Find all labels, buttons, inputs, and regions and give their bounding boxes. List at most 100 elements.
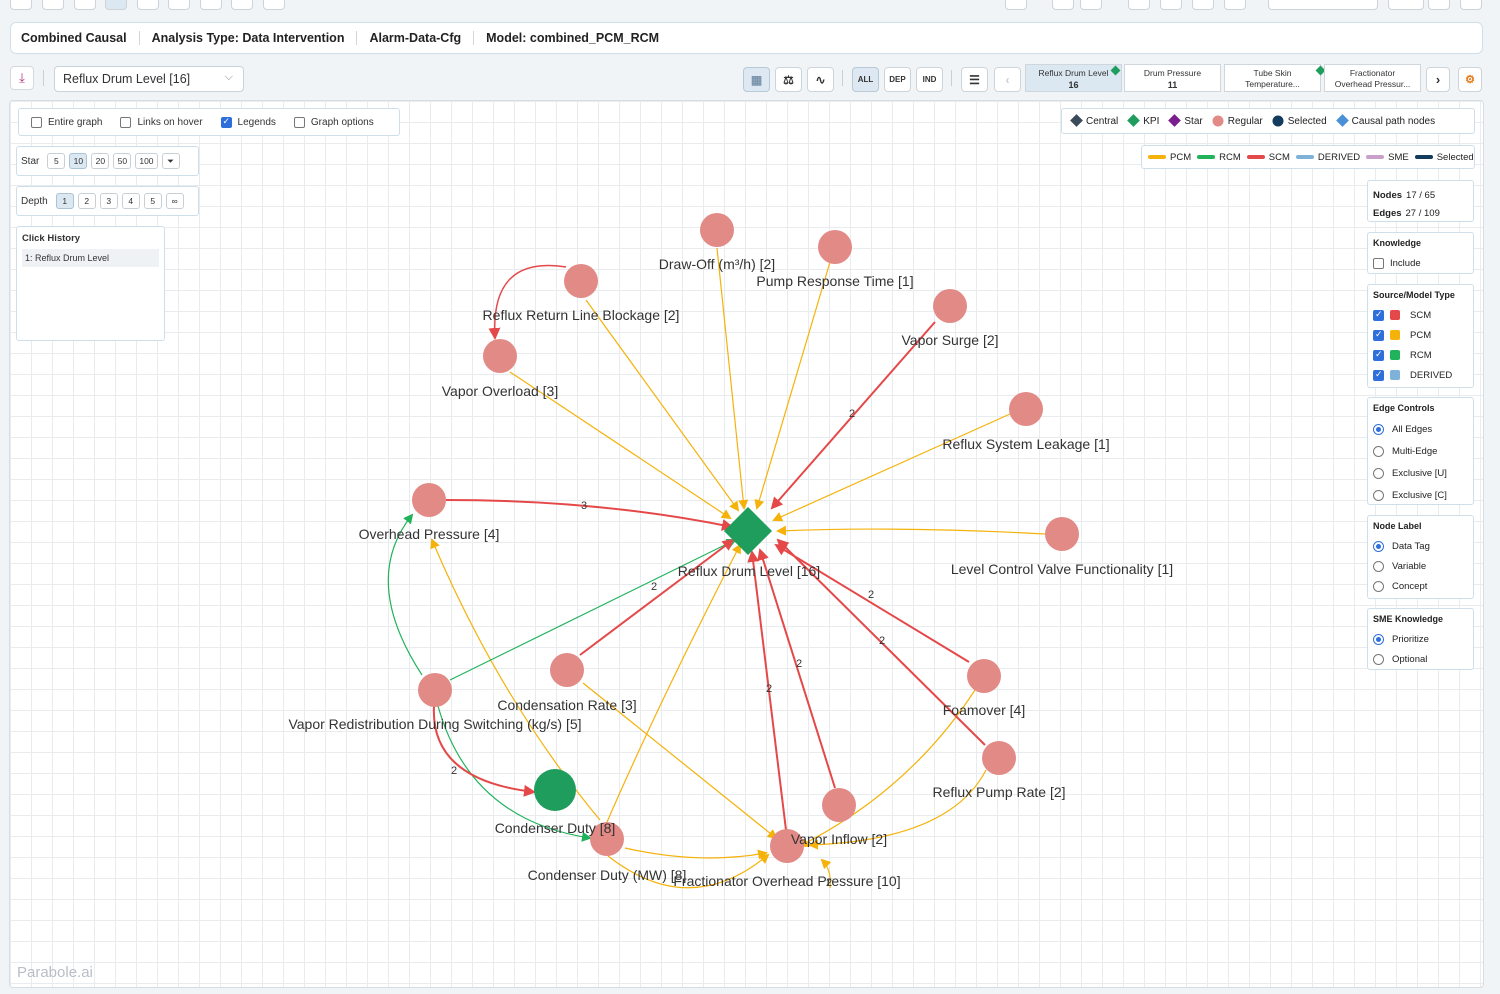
click-history-item[interactable]: 1: Reflux Drum Level: [22, 249, 159, 267]
option-label: Prioritize: [1392, 633, 1429, 645]
knowledge-include-option[interactable]: Include: [1373, 253, 1468, 273]
sme-option[interactable]: Optional: [1373, 649, 1468, 669]
star-filter-button[interactable]: ⏷: [161, 153, 180, 169]
causal-path-diamond-icon: [1335, 114, 1349, 127]
checkbox[interactable]: [1373, 309, 1384, 321]
graph-options-checkbox[interactable]: Graph options: [293, 116, 374, 128]
filter-icon: ⏷: [167, 156, 174, 166]
radio[interactable]: [1373, 467, 1384, 479]
legend-item: Regular: [1210, 114, 1263, 128]
node-overhead-pressure[interactable]: [412, 483, 446, 517]
star-diamond-icon: [1168, 114, 1182, 127]
checkbox[interactable]: [120, 116, 132, 128]
central-diamond-icon: [1070, 114, 1083, 127]
node-label-title: Node Label: [1373, 521, 1422, 531]
depth-option[interactable]: 3: [99, 193, 118, 209]
radio[interactable]: [1373, 580, 1384, 592]
edge: [585, 299, 740, 512]
node-reflux-system-leakage[interactable]: [1009, 392, 1043, 426]
source-option-pcm[interactable]: PCM: [1373, 325, 1468, 345]
edge: [606, 543, 741, 823]
node-central-kpi[interactable]: [723, 506, 773, 556]
star-option[interactable]: 50: [113, 153, 132, 169]
star-option[interactable]: 5: [47, 153, 66, 169]
node-label-option[interactable]: Data Tag: [1373, 536, 1468, 556]
legend-item: Central: [1068, 114, 1118, 128]
depth-option[interactable]: 1: [55, 193, 74, 209]
checkbox[interactable]: [220, 116, 232, 128]
checkbox[interactable]: [1373, 369, 1384, 381]
node-draw-off[interactable]: [700, 213, 734, 247]
depth-filter: Depth 1 2 3 4 5 ∞: [16, 186, 199, 216]
radio[interactable]: [1373, 633, 1384, 645]
star-option[interactable]: 100: [135, 153, 158, 169]
scm-edges: [432, 264, 986, 831]
edge-label: 2: [651, 581, 657, 593]
edge-control-option[interactable]: Exclusive [U]: [1373, 462, 1468, 484]
legend-item: Selected: [1270, 114, 1327, 128]
radio[interactable]: [1373, 445, 1384, 457]
node-vapor-inflow[interactable]: [822, 788, 856, 822]
node-level-control-valve[interactable]: [1045, 517, 1079, 551]
legend-item: Selected: [1414, 152, 1474, 163]
star-option[interactable]: 20: [91, 153, 110, 169]
legend-label: RCM: [1219, 151, 1241, 163]
edge-control-option[interactable]: All Edges: [1373, 418, 1468, 440]
edge-control-option[interactable]: Multi-Edge: [1373, 440, 1468, 462]
depth-option[interactable]: 4: [121, 193, 140, 209]
links-on-hover-checkbox[interactable]: Links on hover: [120, 116, 203, 128]
node-vapor-surge[interactable]: [933, 289, 967, 323]
node-foamover[interactable]: [967, 659, 1001, 693]
node-reflux-pump-rate[interactable]: [982, 741, 1016, 775]
radio[interactable]: [1373, 489, 1384, 501]
star-label: Star: [21, 155, 40, 167]
radio[interactable]: [1373, 540, 1384, 552]
node-condensation-rate[interactable]: [550, 653, 584, 687]
node-label: Vapor Inflow [2]: [791, 831, 887, 847]
edges-label: Edges: [1373, 207, 1402, 219]
sme-option[interactable]: Prioritize: [1373, 629, 1468, 649]
source-option-scm[interactable]: SCM: [1373, 305, 1468, 325]
edge-label: 2: [796, 658, 802, 670]
checkbox[interactable]: [31, 116, 42, 128]
legends-checkbox[interactable]: Legends: [220, 116, 276, 128]
node-condenser-duty-kpi[interactable]: [534, 769, 576, 811]
edge: [716, 247, 749, 510]
legend-item: DERIVED: [1295, 152, 1360, 163]
radio[interactable]: [1373, 423, 1384, 435]
edge-labels: 3 2 2 2 2 2 2 2 2: [451, 408, 885, 889]
node-label: Overhead Pressure [4]: [359, 526, 500, 542]
legend-item: RCM: [1197, 152, 1241, 163]
checkbox[interactable]: [1373, 257, 1384, 269]
node-vapor-redistribution[interactable]: [418, 673, 452, 707]
radio[interactable]: [1373, 560, 1384, 572]
node-vapor-overload[interactable]: [483, 339, 517, 373]
scm-swatch: [1390, 310, 1400, 320]
legend-label: Selected: [1287, 115, 1327, 127]
node-label: Fractionator Overhead Pressure [10]: [673, 873, 900, 889]
legend-label: SME: [1388, 151, 1409, 163]
edge-control-option[interactable]: Exclusive [C]: [1373, 484, 1468, 506]
checkbox[interactable]: [293, 116, 305, 128]
option-label: Include: [1390, 257, 1421, 269]
source-option-rcm[interactable]: RCM: [1373, 345, 1468, 365]
radio[interactable]: [1373, 653, 1384, 665]
node-pump-response-time[interactable]: [818, 230, 852, 264]
node-reflux-return-line-blockage[interactable]: [564, 264, 598, 298]
entire-graph-checkbox[interactable]: Entire graph: [31, 116, 102, 128]
depth-option[interactable]: 5: [143, 193, 162, 209]
checkbox[interactable]: [1373, 329, 1384, 341]
option-label: Optional: [1392, 653, 1428, 665]
depth-option[interactable]: ∞: [165, 193, 184, 209]
star-option[interactable]: 10: [69, 153, 88, 169]
click-history-panel: Click History 1: Reflux Drum Level: [16, 226, 165, 341]
pcm-swatch: [1390, 330, 1400, 340]
node-label: Level Control Valve Functionality [1]: [951, 561, 1173, 577]
sme-knowledge-title: SME Knowledge: [1373, 614, 1444, 624]
node-label-option[interactable]: Concept: [1373, 576, 1468, 596]
nodes-label: Nodes: [1373, 189, 1403, 201]
depth-option[interactable]: 2: [77, 193, 96, 209]
node-label-option[interactable]: Variable: [1373, 556, 1468, 576]
source-option-derived[interactable]: DERIVED: [1373, 365, 1468, 385]
checkbox[interactable]: [1373, 349, 1384, 361]
